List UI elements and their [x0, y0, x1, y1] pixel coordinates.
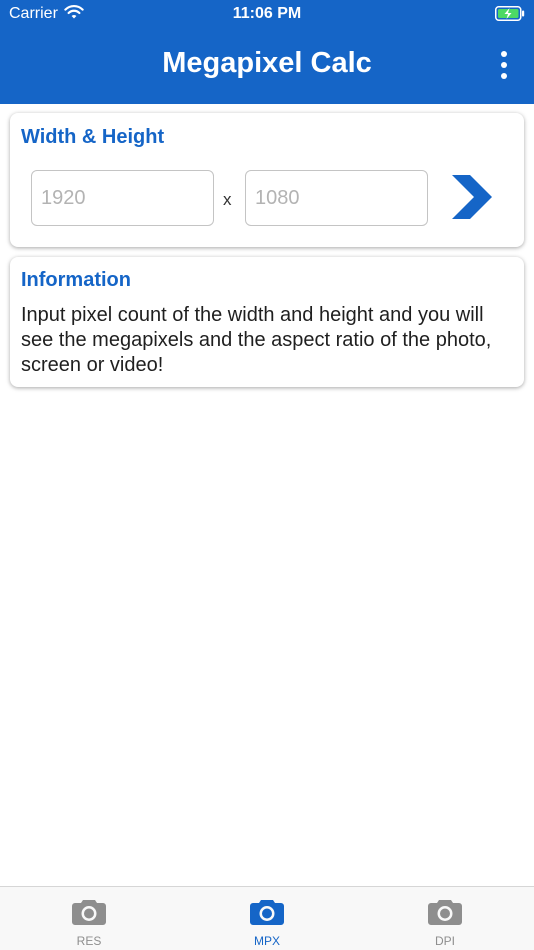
- width-height-title: Width & Height: [21, 126, 165, 148]
- app-title: Megapixel Calc: [162, 47, 372, 79]
- tab-mpx-label: MPX: [253, 934, 280, 948]
- width-height-card: Width & Height x: [10, 113, 524, 247]
- app-header: Carrier 11:06 PM Megapixel Calc: [0, 0, 534, 104]
- battery-charging-icon: [495, 6, 525, 21]
- width-input[interactable]: [31, 170, 214, 226]
- more-options-button[interactable]: [489, 50, 519, 80]
- tab-dpi[interactable]: DPI: [356, 887, 534, 950]
- camera-icon: [428, 900, 462, 925]
- tab-res-label: RES: [76, 934, 102, 948]
- tab-mpx[interactable]: MPX: [178, 887, 356, 950]
- calculate-button[interactable]: [448, 173, 498, 223]
- status-time: 11:06 PM: [232, 5, 302, 22]
- times-separator: x: [223, 190, 232, 209]
- information-card: Information Input pixel count of the wid…: [10, 257, 524, 387]
- information-title: Information: [21, 269, 131, 291]
- tab-res[interactable]: RES: [0, 887, 178, 950]
- information-text: Input pixel count of the width and heigh…: [21, 304, 492, 376]
- more-vertical-icon: [501, 51, 507, 57]
- tab-dpi-label: DPI: [434, 934, 455, 948]
- tab-bar: RES MPX DPI: [0, 886, 534, 950]
- height-input[interactable]: [245, 170, 428, 226]
- chevron-right-icon: [452, 175, 492, 219]
- status-bar: Carrier 11:06 PM: [0, 0, 534, 28]
- camera-icon: [250, 900, 284, 925]
- camera-icon: [72, 900, 106, 925]
